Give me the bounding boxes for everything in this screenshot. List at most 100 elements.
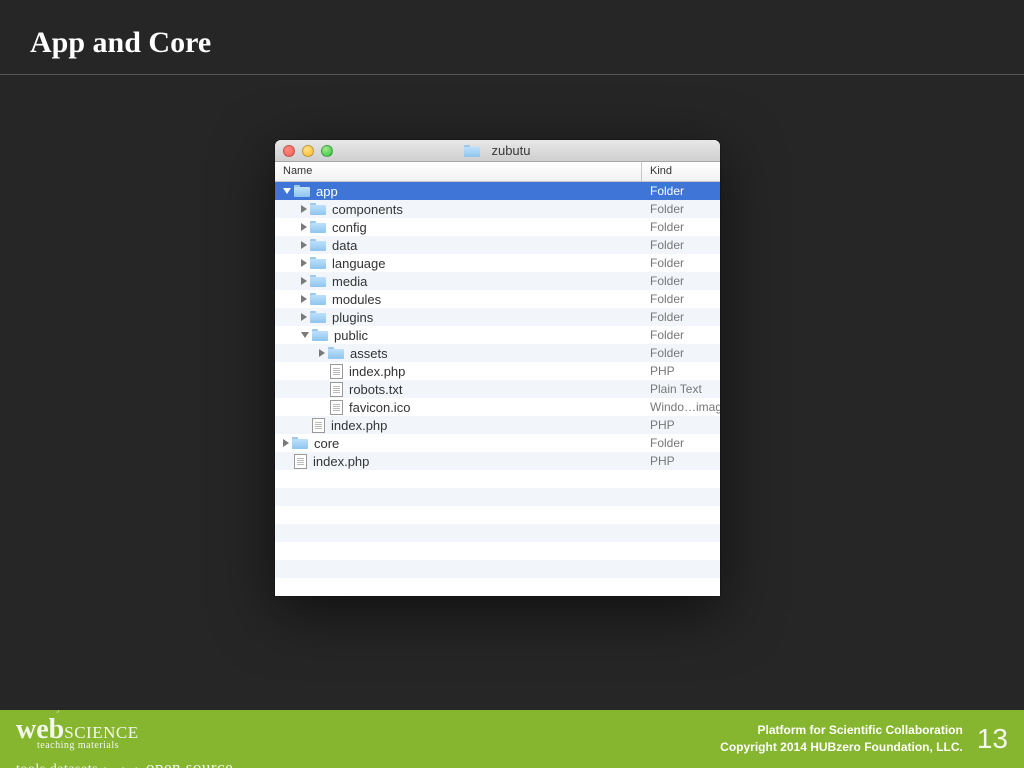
footer-art: teractivity webSCIENCE teaching material… — [16, 710, 233, 768]
zoom-icon[interactable] — [321, 145, 333, 157]
empty-row — [275, 578, 720, 596]
title-rule — [0, 74, 1024, 75]
column-header-name[interactable]: Name — [275, 162, 642, 181]
footer-line1: Platform for Scientific Collaboration — [720, 722, 963, 739]
minimize-icon[interactable] — [302, 145, 314, 157]
finder-window: zubutu Name Kind appFoldercomponentsFold… — [275, 140, 720, 596]
file-name: favicon.ico — [349, 400, 410, 415]
file-name: components — [332, 202, 403, 217]
spacer — [301, 421, 309, 429]
folder-icon — [310, 221, 326, 233]
file-name: data — [332, 238, 357, 253]
file-name: public — [334, 328, 368, 343]
chevron-right-icon[interactable] — [301, 295, 307, 303]
file-row[interactable]: assets Folder — [275, 344, 720, 362]
file-name: robots.txt — [349, 382, 402, 397]
chevron-down-icon[interactable] — [301, 332, 309, 338]
file-kind: Folder — [642, 238, 720, 252]
spacer — [283, 457, 291, 465]
file-row[interactable]: index.phpPHP — [275, 362, 720, 380]
file-row[interactable]: language Folder — [275, 254, 720, 272]
close-icon[interactable] — [283, 145, 295, 157]
file-list: appFoldercomponentsFolderconfigFolderdat… — [275, 182, 720, 596]
file-name: modules — [332, 292, 381, 307]
folder-icon — [310, 311, 326, 323]
spacer — [319, 403, 327, 411]
chevron-right-icon[interactable] — [301, 223, 307, 231]
file-kind: Folder — [642, 256, 720, 270]
folder-icon — [464, 145, 480, 157]
folder-icon — [310, 257, 326, 269]
file-icon — [312, 418, 325, 433]
file-name: core — [314, 436, 339, 451]
chevron-right-icon[interactable] — [301, 313, 307, 321]
file-row[interactable]: index.php PHP — [275, 416, 720, 434]
folder-icon — [310, 239, 326, 251]
empty-row — [275, 560, 720, 578]
file-row[interactable]: pluginsFolder — [275, 308, 720, 326]
titlebar[interactable]: zubutu — [275, 140, 720, 162]
file-kind: Folder — [642, 292, 720, 306]
file-row[interactable]: modules Folder — [275, 290, 720, 308]
file-row[interactable]: componentsFolder — [275, 200, 720, 218]
file-name: app — [316, 184, 338, 199]
file-name: media — [332, 274, 367, 289]
chevron-right-icon[interactable] — [319, 349, 325, 357]
column-headers: Name Kind — [275, 162, 720, 182]
folder-icon — [310, 293, 326, 305]
folder-icon — [292, 437, 308, 449]
file-row[interactable]: data Folder — [275, 236, 720, 254]
file-kind: Folder — [642, 328, 720, 342]
file-name: index.php — [331, 418, 387, 433]
file-row[interactable]: favicon.ico Windo…imag — [275, 398, 720, 416]
file-name: index.php — [313, 454, 369, 469]
spacer — [319, 385, 327, 393]
file-icon — [330, 400, 343, 415]
file-name: config — [332, 220, 367, 235]
footer-line2: Copyright 2014 HUBzero Foundation, LLC. — [720, 739, 963, 756]
file-kind: Folder — [642, 346, 720, 360]
file-kind: Folder — [642, 310, 720, 324]
file-kind: Plain Text — [642, 382, 720, 396]
file-icon — [330, 364, 343, 379]
chevron-right-icon[interactable] — [301, 205, 307, 213]
file-kind: Folder — [642, 184, 720, 198]
file-name: assets — [350, 346, 388, 361]
empty-row — [275, 470, 720, 488]
folder-icon — [294, 185, 310, 197]
file-kind: Folder — [642, 436, 720, 450]
folder-icon — [312, 329, 328, 341]
file-kind: PHP — [642, 364, 720, 378]
slide-title: App and Core — [0, 0, 1024, 74]
file-row[interactable]: configFolder — [275, 218, 720, 236]
file-icon — [294, 454, 307, 469]
empty-row — [275, 488, 720, 506]
chevron-right-icon[interactable] — [301, 277, 307, 285]
file-row[interactable]: core Folder — [275, 434, 720, 452]
column-header-kind[interactable]: Kind — [642, 162, 720, 181]
file-kind: PHP — [642, 454, 720, 468]
file-row[interactable]: app Folder — [275, 182, 720, 200]
file-row[interactable]: mediaFolder — [275, 272, 720, 290]
file-row[interactable]: index.php PHP — [275, 452, 720, 470]
chevron-right-icon[interactable] — [283, 439, 289, 447]
chevron-down-icon[interactable] — [283, 188, 291, 194]
window-title-text: zubutu — [491, 143, 530, 158]
folder-icon — [310, 203, 326, 215]
file-name: language — [332, 256, 386, 271]
empty-row — [275, 542, 720, 560]
window-title: zubutu — [275, 143, 720, 158]
folder-icon — [328, 347, 344, 359]
file-kind: Windo…imag — [642, 400, 720, 414]
chevron-right-icon[interactable] — [301, 259, 307, 267]
file-row[interactable]: robots.txt Plain Text — [275, 380, 720, 398]
spacer — [319, 367, 327, 375]
file-row[interactable]: public Folder — [275, 326, 720, 344]
file-kind: PHP — [642, 418, 720, 432]
chevron-right-icon[interactable] — [301, 241, 307, 249]
file-icon — [330, 382, 343, 397]
empty-row — [275, 524, 720, 542]
footer: teractivity webSCIENCE teaching material… — [0, 710, 1024, 768]
traffic-lights — [283, 145, 333, 157]
empty-row — [275, 506, 720, 524]
